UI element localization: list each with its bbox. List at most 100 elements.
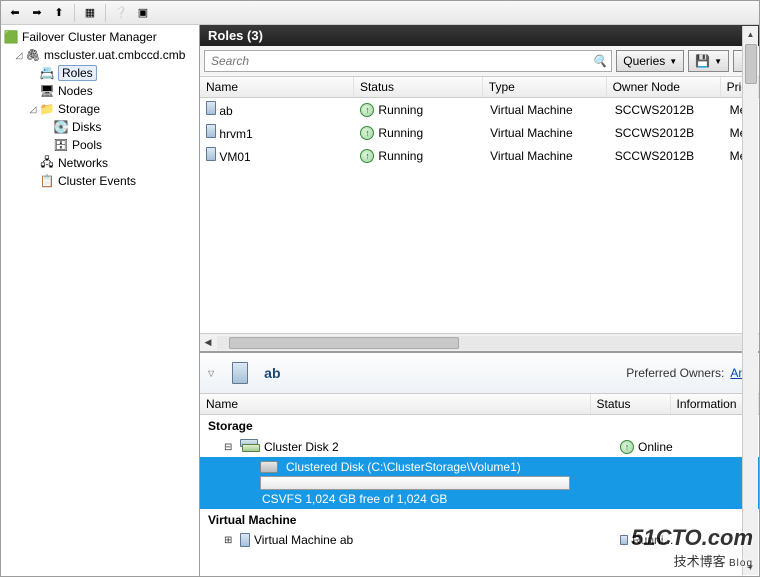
vm-icon [206, 101, 216, 115]
tree-root[interactable]: 🟩 Failover Cluster Manager [1, 28, 199, 46]
tree-item-pools[interactable]: 🗄 Pools [1, 136, 199, 154]
tree-cluster[interactable]: ◿ 🖇 mscluster.uat.cmbccd.cmb [1, 46, 199, 64]
owner-cell: SCCWS2012B [609, 144, 724, 167]
cluster-disk-row[interactable]: ⊟ Cluster Disk 2 ↑ Online [200, 437, 759, 457]
vm-row[interactable]: ⊞ Virtual Machine ab Runni... [200, 531, 759, 549]
detail-pane: ▽ ab Preferred Owners: Any Name Status I… [200, 351, 759, 576]
help-icon[interactable]: ❔ [111, 3, 131, 23]
tree-item-label: Pools [72, 138, 102, 152]
scroll-up-icon[interactable]: ▲ [747, 26, 755, 42]
queries-button[interactable]: Queries ▼ [616, 50, 684, 72]
disk-icon [260, 461, 278, 473]
server-small-icon [620, 535, 628, 545]
tree-item-label: Networks [58, 156, 108, 170]
type-cell: Virtual Machine [484, 121, 609, 144]
online-icon: ↑ [620, 440, 634, 454]
col-name[interactable]: Name [200, 77, 353, 98]
expand-icon[interactable]: ◿ [13, 50, 25, 61]
content-pane: Roles (3) 🔍 Queries ▼ 💾 ▼ ▼ N [200, 25, 759, 576]
tree-item-nodes[interactable]: 🖥 Nodes [1, 82, 199, 100]
table-row[interactable]: ab↑RunningVirtual MachineSCCWS2012BMed [200, 98, 759, 121]
search-box[interactable]: 🔍 [204, 50, 612, 72]
nav-back-icon[interactable]: ⬅ [5, 3, 25, 23]
tree-item-storage[interactable]: ◿ 📁 Storage [1, 100, 199, 118]
window-v-scrollbar[interactable]: ▲ ▼ [742, 26, 758, 575]
cluster-manager-icon: 🟩 [3, 29, 19, 45]
tree-item-roles[interactable]: 📇 Roles [1, 64, 199, 82]
vm-large-icon [224, 357, 256, 389]
roles-header: Roles (3) [200, 25, 759, 46]
server-icon [240, 533, 250, 547]
tree-item-label: Roles [58, 65, 97, 81]
status-text: Running [378, 103, 423, 117]
dcol-name[interactable]: Name [200, 394, 590, 415]
type-cell: Virtual Machine [484, 144, 609, 167]
nodes-icon: 🖥 [39, 83, 55, 99]
roles-table-body: ab↑RunningVirtual MachineSCCWS2012BMed h… [200, 98, 759, 167]
status-text: Running [378, 126, 423, 140]
chevron-down-icon: ▼ [669, 57, 677, 66]
col-status[interactable]: Status [353, 77, 482, 98]
save-icon: 💾 [695, 54, 710, 68]
cluster-disk-label: Cluster Disk 2 [264, 440, 339, 454]
detail-body: Storage ⊟ Cluster Disk 2 ↑ Online [200, 415, 759, 576]
nav-up-icon[interactable]: ⬆ [49, 3, 69, 23]
owner-cell: SCCWS2012B [609, 98, 724, 121]
pools-icon: 🗄 [53, 137, 69, 153]
events-icon: 📋 [39, 173, 55, 189]
expand-icon[interactable]: ◿ [27, 104, 39, 115]
col-type[interactable]: Type [482, 77, 606, 98]
capacity-bar [260, 476, 570, 490]
capacity-fill [261, 477, 569, 489]
owner-cell: SCCWS2012B [609, 121, 724, 144]
detail-title: ab [264, 365, 626, 381]
tree-item-label: Storage [58, 102, 100, 116]
tree-item-label: Cluster Events [58, 174, 136, 188]
nav-fwd-icon[interactable]: ➡ [27, 3, 47, 23]
scroll-thumb[interactable] [229, 337, 459, 349]
vm-icon [206, 124, 216, 138]
layout-icon[interactable]: ▦ [80, 3, 100, 23]
dcol-status[interactable]: Status [590, 394, 670, 415]
vm-status: Runni... [632, 533, 673, 547]
expand-box-icon[interactable]: ⊞ [224, 535, 236, 546]
tree-item-label: Nodes [58, 84, 93, 98]
tree-cluster-label: mscluster.uat.cmbccd.cmb [44, 48, 185, 62]
nav-tree: 🟩 Failover Cluster Manager ◿ 🖇 mscluster… [1, 25, 200, 576]
tree-item-networks[interactable]: 🖧 Networks [1, 154, 199, 172]
collapse-box-icon[interactable]: ⊟ [224, 442, 236, 453]
running-icon: ↑ [360, 126, 374, 140]
group-storage: Storage [200, 415, 759, 437]
search-icon[interactable]: 🔍 [592, 54, 607, 68]
scroll-left-icon[interactable]: ◀ [200, 337, 216, 348]
collapse-icon[interactable]: ▽ [208, 369, 214, 378]
scroll-track[interactable] [217, 336, 742, 350]
running-icon: ↑ [360, 149, 374, 163]
status-text: Running [378, 149, 423, 163]
col-owner[interactable]: Owner Node [606, 77, 720, 98]
vm-icon [206, 147, 216, 161]
tree-item-cluster-events[interactable]: 📋 Cluster Events [1, 172, 199, 190]
search-input[interactable] [209, 53, 592, 69]
table-row[interactable]: hrvm1↑RunningVirtual MachineSCCWS2012BMe… [200, 121, 759, 144]
networks-icon: 🖧 [39, 155, 55, 171]
v-scroll-thumb[interactable] [745, 44, 757, 84]
roles-grid: Name Status Type Owner Node Prior ab↑Run… [200, 77, 759, 333]
tree-item-disks[interactable]: 💽 Disks [1, 118, 199, 136]
capacity-text: CSVFS 1,024 GB free of 1,024 GB [260, 492, 753, 506]
table-row[interactable]: VM01↑RunningVirtual MachineSCCWS2012BMed [200, 144, 759, 167]
panel-icon[interactable]: ▣ [133, 3, 153, 23]
storage-icon: 📁 [39, 101, 55, 117]
save-button[interactable]: 💾 ▼ [688, 50, 729, 72]
chevron-down-icon: ▼ [714, 57, 722, 66]
h-scrollbar[interactable]: ◀ ▶ [200, 333, 759, 351]
clustered-disk-selection[interactable]: Clustered Disk (C:\ClusterStorage\Volume… [200, 457, 759, 509]
clustered-disk-path: Clustered Disk (C:\ClusterStorage\Volume… [286, 460, 521, 474]
disk-stack-icon [240, 439, 260, 455]
type-cell: Virtual Machine [484, 98, 609, 121]
cluster-icon: 🖇 [25, 47, 41, 63]
vm-name: Virtual Machine ab [254, 533, 353, 547]
queries-label: Queries [623, 54, 665, 68]
scroll-down-icon[interactable]: ▼ [747, 559, 755, 575]
detail-header: ▽ ab Preferred Owners: Any [200, 353, 759, 394]
